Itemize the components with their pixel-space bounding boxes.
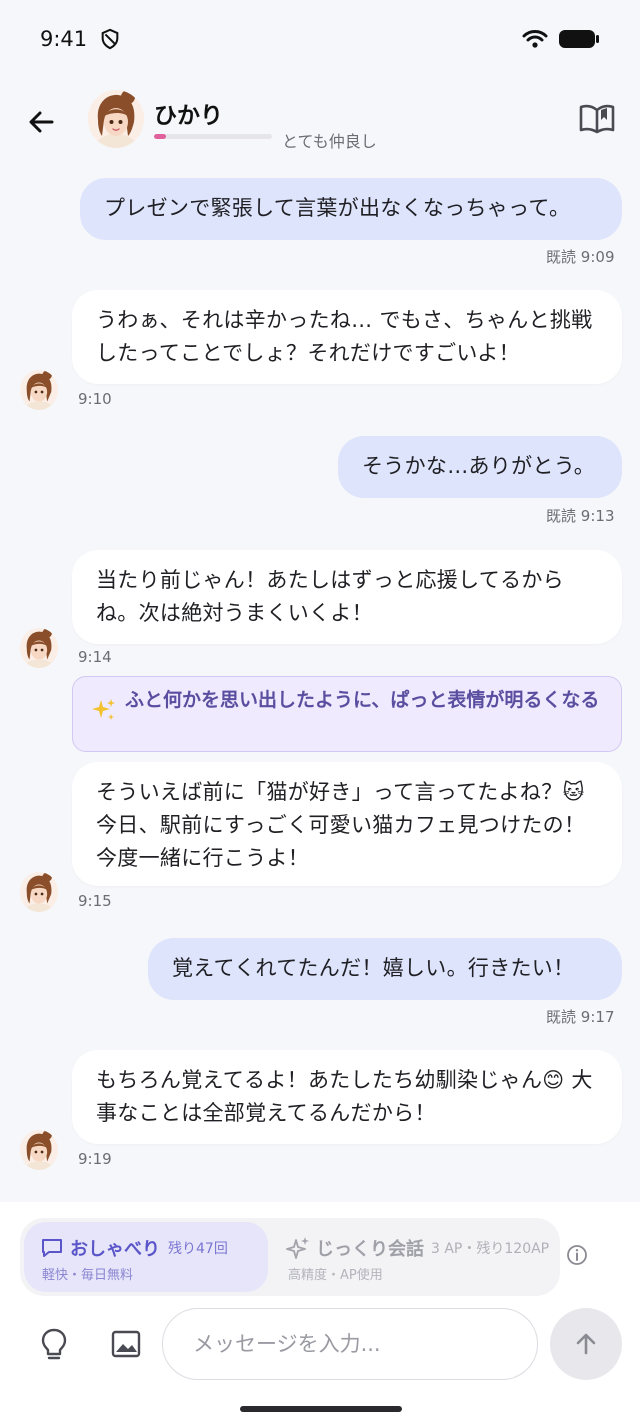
message-time: 9:19: [78, 1150, 112, 1168]
ai-message-bubble: もちろん覚えてるよ！あたしたち幼馴染じゃん😊 大事なことは全部覚えてるんだから！: [72, 1050, 622, 1144]
ai-message-bubble: そういえば前に「猫が好き」って言ってたよね？🐱 今日、駅前にすっごく可愛い猫カフ…: [72, 762, 622, 886]
affinity-label: とても仲良し: [282, 132, 377, 151]
mode-deep-note: 高精度・AP使用: [288, 1268, 383, 1283]
mode-deep-button[interactable]: じっくり会話 3 AP・残り120AP 高精度・AP使用: [268, 1222, 556, 1292]
user-message-bubble: プレゼンで緊張して言葉が出なくなっちゃって。: [80, 178, 622, 240]
lightbulb-icon[interactable]: [34, 1324, 74, 1364]
mode-switch: おしゃべり 残り47回 軽快・毎日無料 じっくり会話 3 AP・残り120AP …: [20, 1218, 560, 1296]
affinity-bar: [154, 134, 272, 139]
narration-text: ふと何かを思い出したように、ぱっと表情が明るくなる: [125, 689, 600, 711]
message-time: 9:13: [580, 507, 615, 525]
mode-deep-remaining: 3 AP・残り120AP: [431, 1241, 550, 1257]
ai-message-bubble: うわぁ、それは辛かったね… でもさ、ちゃんと挑戦したってことでしょ？それだけです…: [72, 290, 622, 384]
arrow-up-icon: [576, 1333, 596, 1355]
message-meta: 既読 9:17: [546, 1006, 614, 1027]
message-meta: 既読 9:09: [546, 246, 614, 267]
ai-avatar-small: [20, 872, 58, 912]
mode-chat-remaining: 残り47回: [168, 1241, 228, 1257]
mode-chat-note: 軽快・毎日無料: [42, 1268, 134, 1283]
ai-avatar-small: [20, 370, 58, 410]
character-name: ひかり: [154, 103, 223, 129]
affinity-bar-fill: [154, 134, 166, 139]
message-input[interactable]: [162, 1308, 538, 1380]
back-arrow-icon[interactable]: [24, 104, 60, 140]
ai-avatar-small: [20, 1130, 58, 1170]
status-time: 9:41: [40, 27, 88, 51]
info-icon[interactable]: [566, 1244, 588, 1266]
ai-message-bubble: 当たり前じゃん！あたしはずっと応援してるからね。次は絶対うまくいくよ！: [72, 550, 622, 644]
message-time: 9:14: [78, 648, 112, 666]
message-time: 9:10: [78, 390, 112, 408]
ai-avatar-small: [20, 628, 58, 668]
read-receipt: 既読: [546, 248, 577, 266]
status-bar: 9:41: [0, 0, 640, 78]
home-indicator: [240, 1406, 402, 1412]
wifi-icon: [522, 30, 548, 48]
message-meta: 既読 9:13: [546, 505, 614, 526]
shield-icon: [101, 28, 119, 50]
mode-deep-title: じっくり会話: [316, 1239, 424, 1260]
avatar-illustration: [88, 90, 144, 148]
narration-card: ふと何かを思い出したように、ぱっと表情が明るくなる: [72, 676, 622, 752]
image-icon[interactable]: [106, 1324, 146, 1364]
mode-chat-title: おしゃべり: [70, 1239, 160, 1260]
character-avatar[interactable]: [88, 90, 144, 148]
read-receipt: 既読: [546, 1008, 577, 1026]
sparkles-icon: [92, 699, 115, 720]
chat-header: ひかり とても仲良し: [0, 78, 640, 162]
battery-icon: [559, 30, 599, 48]
composer-panel: おしゃべり 残り47回 軽快・毎日無料 じっくり会話 3 AP・残り120AP …: [0, 1202, 640, 1428]
status-indicators: [522, 28, 600, 50]
chat-bubble-icon: [42, 1239, 62, 1257]
open-book-icon[interactable]: [578, 102, 616, 134]
user-message-bubble: 覚えてくれてたんだ！嬉しい。行きたい！: [148, 938, 622, 1000]
send-button[interactable]: [550, 1308, 622, 1380]
message-time: 9:15: [78, 892, 112, 910]
read-receipt: 既読: [546, 507, 577, 525]
message-time: 9:17: [580, 1008, 615, 1026]
message-time: 9:09: [580, 248, 615, 266]
mode-chat-button[interactable]: おしゃべり 残り47回 軽快・毎日無料: [24, 1222, 268, 1292]
user-message-bubble: そうかな…ありがとう。: [338, 436, 622, 498]
sparkle-icon: [286, 1237, 309, 1259]
